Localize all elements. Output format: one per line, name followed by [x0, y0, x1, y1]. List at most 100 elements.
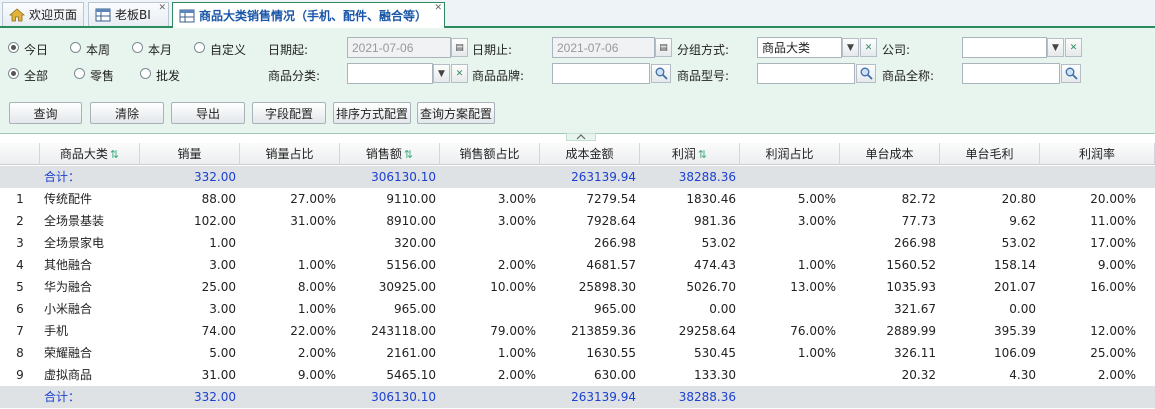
- table-cell-margin-rate: [1040, 298, 1140, 320]
- table-cell-profit-pct: 1.00%: [797, 346, 836, 360]
- close-icon[interactable]: ✕: [158, 4, 166, 13]
- date-to-input[interactable]: [552, 37, 655, 58]
- tab-label: 商品大类销售情况（手机、配件、融合等）: [199, 9, 428, 23]
- column-header[interactable]: 单台毛利: [940, 143, 1040, 165]
- tab-welcome[interactable]: 欢迎页面: [2, 2, 84, 26]
- table-cell-unit-cost: 1560.52: [886, 258, 936, 272]
- table-row[interactable]: 7 手机 74.00 22.00% 243118.00 79.00% 213859.36 29…: [0, 320, 1155, 342]
- radio-wholesale[interactable]: [140, 68, 151, 79]
- radio-today[interactable]: [8, 42, 19, 53]
- search-icon[interactable]: [651, 64, 671, 83]
- column-header[interactable]: 利润占比: [740, 143, 840, 165]
- date-from-input[interactable]: [347, 37, 451, 58]
- table-cell-profit: 981.36: [694, 214, 736, 228]
- column-header[interactable]: 销量: [140, 143, 240, 165]
- column-header[interactable]: 成本金额: [540, 143, 640, 165]
- table-cell-n: 8: [16, 346, 24, 360]
- chevron-down-icon[interactable]: ▼: [842, 38, 859, 57]
- table-cell-sales-pct: 79.00%: [490, 324, 536, 338]
- table-cell-qty: 102.00: [194, 214, 236, 228]
- column-header[interactable]: 单台成本: [840, 143, 940, 165]
- chevron-down-icon[interactable]: ▼: [1047, 38, 1064, 57]
- column-header[interactable]: 销量占比: [240, 143, 340, 165]
- sort-icon[interactable]: ⇅: [404, 148, 413, 161]
- table-cell-unit-cost: 266.98: [894, 236, 936, 250]
- radio-this-week[interactable]: [70, 42, 81, 53]
- chevron-down-icon[interactable]: ▼: [433, 64, 450, 83]
- radio-retail[interactable]: [74, 68, 85, 79]
- category-select[interactable]: [347, 63, 433, 84]
- summary-sales: 306130.10: [371, 390, 436, 404]
- table-row[interactable]: 4 其他融合 3.00 1.00% 5156.00 2.00% 4681.57 474.43 1…: [0, 254, 1155, 276]
- table-cell-name: 传统配件: [44, 192, 93, 206]
- search-icon[interactable]: [1061, 64, 1081, 83]
- table-row[interactable]: 6 小米融合 3.00 1.00% 965.00 965.00 0.00 321.67 0.00: [0, 298, 1155, 320]
- clear-icon[interactable]: ✕: [451, 64, 468, 83]
- table-cell-cost: 213859.36: [571, 324, 636, 338]
- calendar-icon[interactable]: ▤: [451, 38, 468, 57]
- table-cell-name: 荣耀融合: [44, 346, 93, 360]
- field-config-button[interactable]: 字段配置: [252, 102, 326, 124]
- clear-button[interactable]: 清除: [90, 102, 164, 124]
- column-header[interactable]: 利润率: [1040, 143, 1155, 165]
- table-cell-sales: 5156.00: [386, 258, 436, 272]
- table-cell-qty-pct: 8.00%: [297, 280, 336, 294]
- export-button[interactable]: 导出: [171, 102, 245, 124]
- summary-row-top: 合计： 332.00 306130.10 263139.94 38288.36: [0, 166, 1155, 188]
- table-row[interactable]: 8 荣耀融合 5.00 2.00% 2161.00 1.00% 1630.55 530.45 1…: [0, 342, 1155, 364]
- radio-this-month[interactable]: [132, 42, 143, 53]
- table-cell-sales-pct: 10.00%: [490, 280, 536, 294]
- table-cell-profit: 0.00: [709, 302, 736, 316]
- column-header[interactable]: 利润 ⇅: [640, 143, 740, 165]
- collapse-handle-icon[interactable]: [566, 133, 596, 141]
- table-row[interactable]: 3 全场景家电 1.00 320.00 266.98 53.02 266.98 53.02 17…: [0, 232, 1155, 254]
- search-icon[interactable]: [856, 64, 876, 83]
- table-cell-qty: 31.00: [201, 368, 236, 382]
- model-input[interactable]: [757, 63, 855, 84]
- company-select[interactable]: [962, 37, 1047, 58]
- table-cell-sales: 8910.00: [386, 214, 436, 228]
- column-header[interactable]: 商品大类 ⇅: [40, 143, 140, 165]
- clear-icon[interactable]: ✕: [860, 38, 877, 57]
- tab-boss-bi[interactable]: 老板BI ✕: [88, 2, 169, 26]
- fullname-input[interactable]: [962, 63, 1060, 84]
- radio-custom[interactable]: [194, 42, 205, 53]
- table-cell-sales: 320.00: [394, 236, 436, 250]
- radio-all[interactable]: [8, 68, 19, 79]
- table-cell-profit: 530.45: [694, 346, 736, 360]
- table-cell-qty: 3.00: [209, 302, 236, 316]
- table-cell-profit-pct: [740, 232, 840, 254]
- summary-row-bottom: 合计： 332.00 306130.10 263139.94 38288.36: [0, 386, 1155, 408]
- table-row[interactable]: 5 华为融合 25.00 8.00% 30925.00 10.00% 25898.30 502…: [0, 276, 1155, 298]
- column-header[interactable]: 销售额 ⇅: [340, 143, 440, 165]
- table-cell-unit-cost: 82.72: [901, 192, 936, 206]
- date-to-label: 日期止:: [472, 43, 513, 57]
- table-cell-profit: 53.02: [701, 236, 736, 250]
- table-cell-unit-margin: 158.14: [994, 258, 1036, 272]
- summary-qty: 332.00: [194, 390, 236, 404]
- table-cell-qty: 5.00: [209, 346, 236, 360]
- table-row[interactable]: 9 虚拟商品 31.00 9.00% 5465.10 2.00% 630.00 133.30 2…: [0, 364, 1155, 386]
- table-icon: [95, 8, 111, 21]
- column-header[interactable]: 销售额占比: [440, 143, 540, 165]
- table-cell-name: 全场景基装: [44, 214, 105, 228]
- table-row[interactable]: 1 传统配件 88.00 27.00% 9110.00 3.00% 7279.54 1830.…: [0, 188, 1155, 210]
- brand-input[interactable]: [552, 63, 650, 84]
- sort-icon[interactable]: ⇅: [698, 148, 707, 161]
- calendar-icon[interactable]: ▤: [655, 38, 672, 57]
- close-icon[interactable]: ✕: [434, 4, 442, 13]
- group-select[interactable]: [757, 37, 842, 58]
- table-cell-unit-cost: 1035.93: [886, 280, 936, 294]
- table-cell-sales-pct: 2.00%: [497, 258, 536, 272]
- query-button[interactable]: 查询: [9, 102, 82, 124]
- clear-icon[interactable]: ✕: [1065, 38, 1082, 57]
- table-cell-n: 5: [16, 280, 24, 294]
- summary-cost: 263139.94: [571, 170, 636, 184]
- table-row[interactable]: 2 全场景基装 102.00 31.00% 8910.00 3.00% 7928.64 981…: [0, 210, 1155, 232]
- sort-config-button[interactable]: 排序方式配置: [333, 102, 411, 124]
- table-cell-sales-pct: 2.00%: [497, 368, 536, 382]
- query-plan-button[interactable]: 查询方案配置: [417, 102, 495, 124]
- table-cell-profit-pct: [740, 298, 840, 320]
- sort-icon[interactable]: ⇅: [110, 148, 119, 161]
- tab-category-sales[interactable]: 商品大类销售情况（手机、配件、融合等） ✕: [172, 2, 445, 28]
